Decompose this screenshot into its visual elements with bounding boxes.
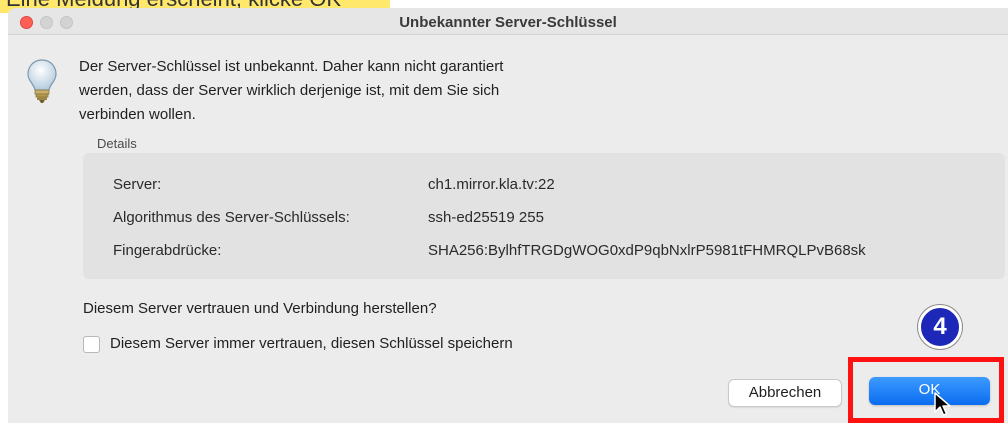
dialog-message: Der Server-Schlüssel ist unbekannt. Dahe… [79,58,504,123]
details-label: Details [97,136,137,151]
details-value: SHA256:BylhfTRGDgWOG0xdP9qbNxlrP5981tFHM… [428,242,866,259]
step-number-badge: 4 [918,305,962,349]
details-value: ch1.mirror.kla.tv:22 [428,176,555,193]
ok-button[interactable]: OK [869,377,990,405]
title-bar: Unbekannter Server-Schlüssel [8,8,1008,35]
window-title: Unbekannter Server-Schlüssel [399,14,617,31]
details-key: Fingerabdrücke: [113,242,222,259]
details-key: Algorithmus des Server-Schlüssels: [113,209,350,226]
mouse-pointer-icon [934,392,951,416]
details-value: ssh-ed25519 255 [428,209,544,226]
always-trust-label[interactable]: Diesem Server immer vertrauen, diesen Sc… [110,335,513,352]
details-box: Server: ch1.mirror.kla.tv:22 Algorithmus… [83,153,1005,279]
lightbulb-icon [27,59,57,103]
details-row-server: Server: [113,176,161,198]
details-row-algorithm: Algorithmus des Server-Schlüssels: [113,209,350,231]
details-row-fingerprint: Fingerabdrücke: [113,242,221,264]
dialog-window: Unbekannter Server-Schlüssel Der Server-… [8,8,1008,423]
details-key: Server: [113,176,162,193]
always-trust-checkbox[interactable] [83,336,100,353]
cancel-button[interactable]: Abbrechen [728,379,842,407]
trust-question: Diesem Server vertrauen und Verbindung h… [83,300,437,317]
